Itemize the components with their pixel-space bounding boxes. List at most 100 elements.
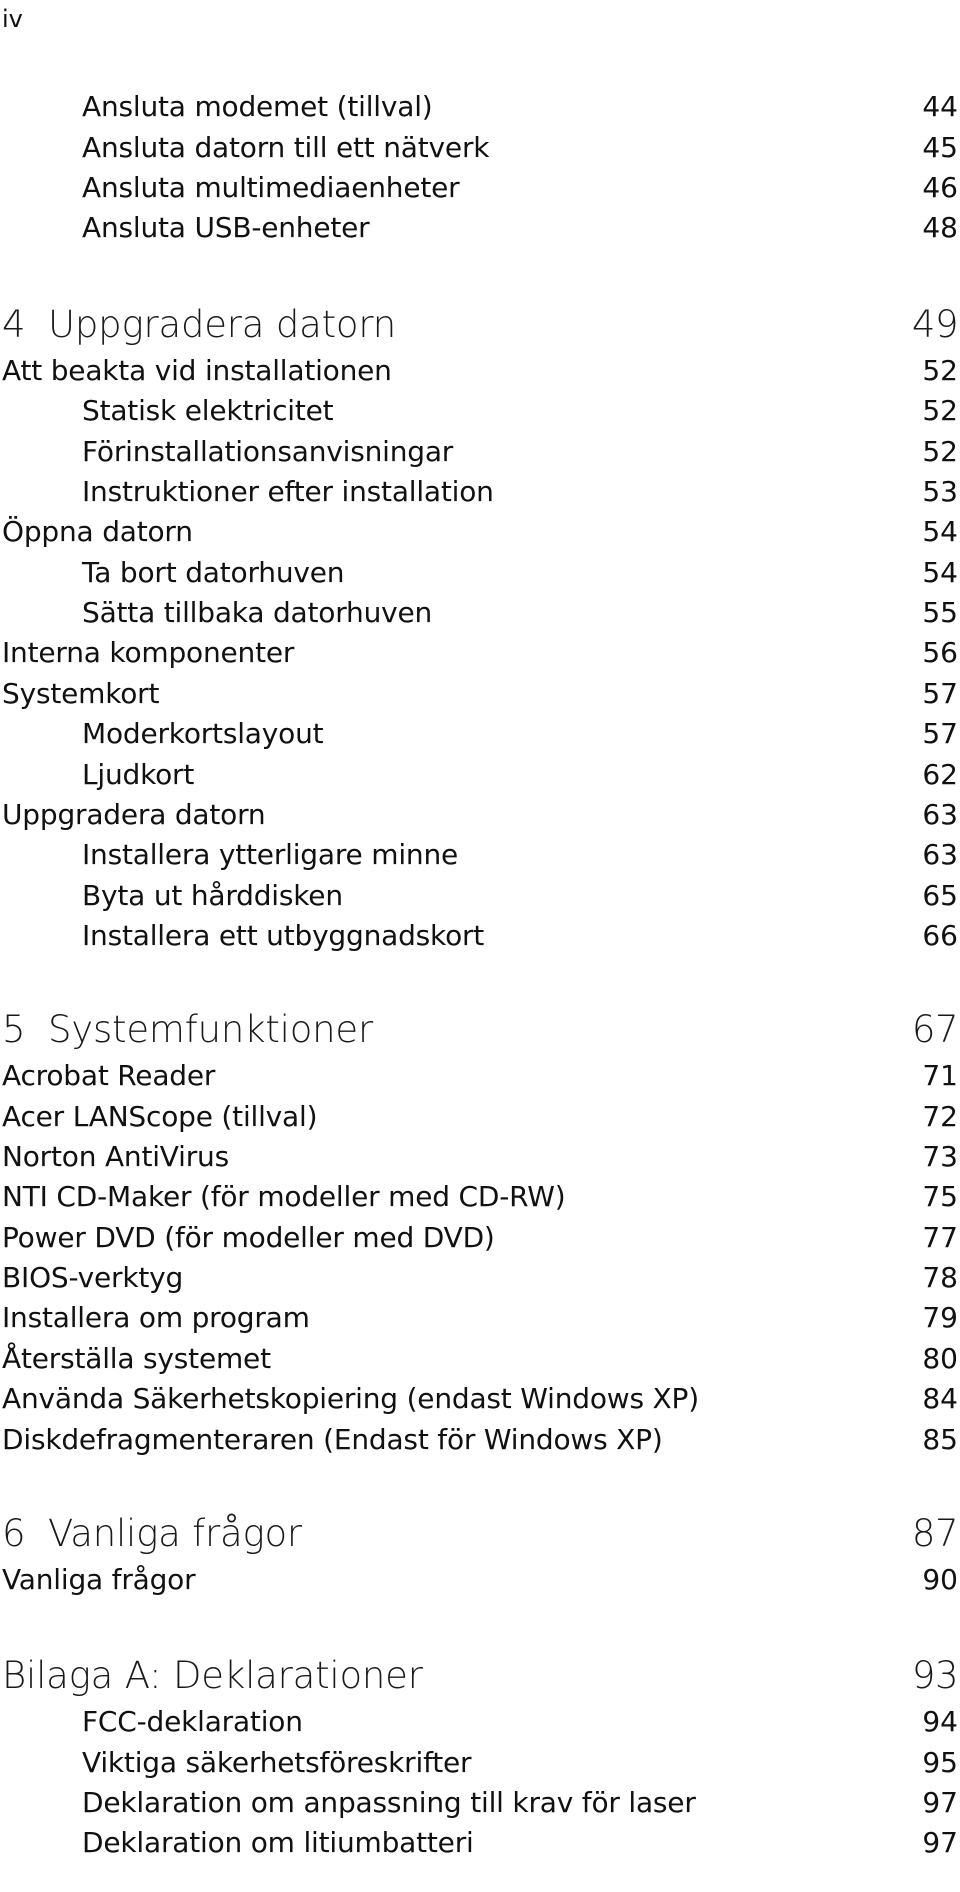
toc-entry-page: 77	[922, 1220, 958, 1254]
toc-entry[interactable]: Systemkort 57	[0, 673, 960, 713]
toc-entry-title: Statisk elektricitet	[0, 394, 334, 428]
toc-entry-text: Öppna datorn	[2, 515, 193, 549]
toc-entry[interactable]: BIOS-verktyg 78	[0, 1258, 960, 1298]
toc-entry-title: Ta bort datorhuven	[0, 555, 345, 589]
toc-entry-title: Bilaga A: Deklarationer	[0, 1654, 423, 1697]
toc-entry[interactable]: Ansluta datorn till ett nätverk 45	[0, 127, 960, 167]
toc-entry-text: Ta bort datorhuven	[82, 555, 345, 589]
toc-entry-page: 49	[911, 302, 959, 346]
toc-entry-page: 44	[922, 90, 958, 124]
toc-entry-page: 54	[922, 555, 958, 589]
toc-entry-text: Sätta tillbaka datorhuven	[82, 596, 433, 629]
toc-entry-text: Uppgradera datorn	[48, 302, 396, 346]
toc-entry-title: Viktiga säkerhetsföreskrifter	[0, 1746, 472, 1779]
toc-entry-page: 45	[922, 130, 958, 164]
toc-entry-title: Vanliga frågor	[0, 1563, 196, 1596]
toc-entry-title: Interna komponenter	[0, 636, 294, 669]
toc-entry-page: 57	[922, 676, 958, 710]
toc-entry[interactable]: Deklaration om litiumbatteri 97	[0, 1823, 960, 1863]
toc-entry-text: Byta ut hårddisken	[82, 878, 343, 912]
toc-entry[interactable]: Ansluta multimediaenheter 46	[0, 167, 960, 207]
toc-entry-text: Power DVD (för modeller med DVD)	[2, 1220, 495, 1254]
toc-entry-title: NTI CD-Maker (för modeller med CD-RW)	[0, 1180, 566, 1213]
toc-entry-text: Förinstallationsanvisningar	[82, 434, 454, 468]
toc-entry-page: 57	[922, 717, 958, 751]
toc-entry-title: 5 Systemfunktioner	[0, 1008, 373, 1051]
toc-entry-text: Systemfunktioner	[48, 1008, 373, 1052]
toc-entry-title: Power DVD (för modeller med DVD)	[0, 1221, 495, 1254]
toc-entry-title: Moderkortslayout	[0, 717, 324, 751]
chapter-number: 4	[2, 302, 26, 346]
toc-entry-page: 67	[911, 1008, 959, 1052]
toc-entry[interactable]: Att beakta vid installationen 52	[0, 350, 960, 390]
toc-entry-page: 54	[922, 515, 958, 549]
toc-entry-title: Öppna datorn	[0, 515, 193, 548]
toc-entry-page: 93	[911, 1654, 959, 1698]
toc-entry[interactable]: Diskdefragmenteraren (Endast för Windows…	[0, 1419, 960, 1459]
toc-entry-page: 52	[922, 394, 958, 428]
toc-entry-title: 4 Uppgradera datorn	[0, 303, 396, 346]
toc-entry-page: 72	[922, 1099, 958, 1133]
toc-entry[interactable]: Power DVD (för modeller med DVD) 77	[0, 1217, 960, 1257]
toc-entry-text: Deklaration om litiumbatteri	[82, 1826, 474, 1860]
toc-entry[interactable]: FCC-deklaration 94	[0, 1702, 960, 1742]
toc-entry[interactable]: Vanliga frågor 90	[0, 1559, 960, 1599]
toc-entry[interactable]: Ta bort datorhuven 54	[0, 552, 960, 592]
toc-entry[interactable]: Instruktioner efter installation 53	[0, 471, 960, 511]
toc-entry-title: Installera om program	[0, 1301, 310, 1334]
toc-entry[interactable]: Återställa systemet 80	[0, 1338, 960, 1378]
toc-entry[interactable]: Ansluta USB-enheter 48	[0, 208, 960, 248]
toc-entry-text: Interna komponenter	[2, 636, 295, 670]
toc-entry-page: 48	[922, 211, 958, 245]
toc-entry-text: Ljudkort	[82, 757, 195, 791]
toc-entry-title: Ansluta modemet (tillval)	[0, 90, 433, 123]
toc-entry-title: Sätta tillbaka datorhuven	[0, 596, 432, 629]
toc-entry[interactable]: Installera ett utbyggnadskort 66	[0, 916, 960, 956]
toc-entry[interactable]: Installera ytterligare minne 63	[0, 835, 960, 875]
toc-chapter-entry[interactable]: 5 Systemfunktioner 67	[0, 1006, 960, 1054]
toc-chapter-entry[interactable]: Bilaga A: Deklarationer 93	[0, 1652, 960, 1700]
toc-entry[interactable]: Sätta tillbaka datorhuven 55	[0, 593, 960, 633]
toc-entry[interactable]: Öppna datorn 54	[0, 512, 960, 552]
toc-entry-text: Installera ett utbyggnadskort	[82, 919, 485, 952]
toc-entry-text: Statisk elektricitet	[82, 394, 334, 428]
toc-entry-text: Moderkortslayout	[82, 717, 324, 751]
toc-entry-title: Instruktioner efter installation	[0, 475, 494, 508]
toc-entry[interactable]: Byta ut hårddisken 65	[0, 875, 960, 915]
toc-entry-text: Acrobat Reader	[2, 1059, 216, 1093]
toc-entry[interactable]: Norton AntiVirus 73	[0, 1136, 960, 1176]
toc-entry-title: Förinstallationsanvisningar	[0, 435, 453, 468]
toc-chapter-entry[interactable]: 4 Uppgradera datorn 49	[0, 300, 960, 348]
toc-entry-text: Installera ytterligare minne	[82, 838, 459, 872]
toc-entry-page: 53	[922, 474, 958, 508]
toc-entry[interactable]: Förinstallationsanvisningar 52	[0, 431, 960, 471]
toc-entry[interactable]: Ansluta modemet (tillval) 44	[0, 87, 960, 127]
toc-entry-title: Ansluta datorn till ett nätverk	[0, 131, 489, 164]
toc-entry-text: Ansluta datorn till ett nätverk	[82, 130, 490, 164]
toc-entry-text: Diskdefragmenteraren (Endast för Windows…	[2, 1422, 663, 1456]
toc-entry[interactable]: Ljudkort 62	[0, 754, 960, 794]
toc-entry[interactable]: Acrobat Reader 71	[0, 1056, 960, 1096]
toc-entry[interactable]: Moderkortslayout 57	[0, 714, 960, 754]
toc-entry-title: Installera ytterligare minne	[0, 838, 458, 871]
toc-entry-text: Instruktioner efter installation	[82, 474, 494, 508]
toc-chapter-entry[interactable]: 6 Vanliga frågor 87	[0, 1509, 960, 1557]
chapter-number: 6	[2, 1511, 26, 1555]
toc-entry[interactable]: Interna komponenter 56	[0, 633, 960, 673]
toc-entry-text: FCC-deklaration	[82, 1705, 303, 1739]
toc-entry[interactable]: Deklaration om anpassning till krav för …	[0, 1782, 960, 1822]
toc-entry[interactable]: NTI CD-Maker (för modeller med CD-RW) 75	[0, 1177, 960, 1217]
toc-entry-title: Byta ut hårddisken	[0, 879, 343, 912]
toc-entry[interactable]: Uppgradera datorn 63	[0, 794, 960, 834]
toc-entry[interactable]: Använda Säkerhetskopiering (endast Windo…	[0, 1379, 960, 1419]
toc-entry[interactable]: Statisk elektricitet 52	[0, 391, 960, 431]
toc-entry-page: 79	[922, 1301, 958, 1335]
toc-entry-title: Acer LANScope (tillval)	[0, 1100, 318, 1133]
toc-entry-page: 85	[922, 1422, 958, 1456]
toc-entry[interactable]: Acer LANScope (tillval) 72	[0, 1096, 960, 1136]
toc-entry[interactable]: Viktiga säkerhetsföreskrifter 95	[0, 1742, 960, 1782]
toc-entry-title: Ansluta multimediaenheter	[0, 171, 460, 204]
toc-entry-text: Uppgradera datorn	[2, 797, 266, 831]
toc-entry-page: 97	[922, 1785, 958, 1819]
toc-entry[interactable]: Installera om program 79	[0, 1298, 960, 1338]
